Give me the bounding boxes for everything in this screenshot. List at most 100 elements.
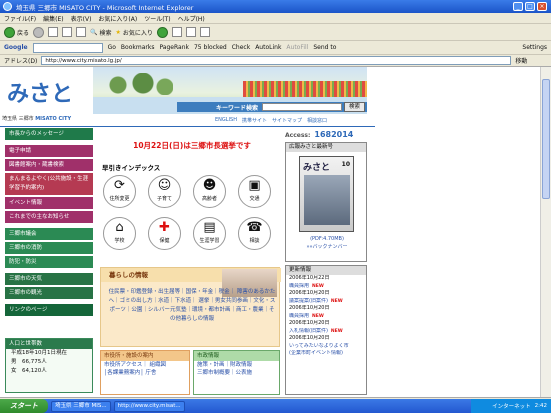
task-ie-window-1[interactable]: 埼玉県 三郷市 MIS... — [51, 400, 111, 412]
menu-bar: ファイル(F) 編集(E) 表示(V) お気に入り(A) ツール(T) ヘルプ(… — [0, 13, 551, 24]
election-notice[interactable]: 10月22日(日)は三郷市長選挙です — [117, 140, 267, 151]
keyword-search-input[interactable] — [262, 103, 342, 111]
menu-file[interactable]: ファイル(F) — [4, 14, 36, 23]
google-settings[interactable]: Settings — [522, 44, 547, 51]
start-button[interactable]: スタート — [0, 399, 48, 413]
update-text: 2006年10月20日 — [289, 335, 330, 341]
nav-item-0[interactable]: 市長からのメッセージ — [5, 128, 93, 140]
life-info-links[interactable]: 住民票・印鑑登録・出生届等｜国保・年金｜税金｜ 障害のあるかたへ｜ゴミの出し方｜… — [107, 288, 277, 324]
home-button[interactable] — [76, 27, 87, 37]
city-hall-links-1[interactable]: 市役所アクセス｜ 組織図 — [101, 361, 189, 369]
google-check[interactable]: Check — [232, 44, 250, 51]
tray-zone-text: インターネット — [492, 404, 531, 410]
nav-item-9[interactable]: 三郷市の天気 — [5, 273, 93, 285]
go-button[interactable]: 移動 — [515, 56, 527, 65]
link-english[interactable]: ENGLISH — [215, 117, 237, 125]
icon-school-button[interactable]: ⌂ 学校 — [103, 217, 136, 250]
update-link[interactable]: 入札情報(旧案件) NEW — [286, 328, 366, 336]
link-consult[interactable]: 相談窓口 — [307, 117, 327, 125]
newsletter-pdf-size[interactable]: (PDF:4.70MB) — [286, 235, 368, 243]
icon-lifelong-learning-button[interactable]: ▤ 生涯学習 — [193, 217, 226, 250]
mail-button[interactable] — [171, 27, 182, 37]
population-male: 男 66,775人 — [11, 359, 47, 365]
menu-help[interactable]: ヘルプ(H) — [178, 14, 205, 23]
nav-item-7[interactable]: 三郷市の消防 — [5, 242, 93, 254]
scroll-thumb[interactable] — [542, 79, 550, 199]
nav-item-10[interactable]: 三郷市の観光 — [5, 287, 93, 299]
update-text: 2006年10月20日 — [289, 305, 330, 311]
icon-health-button[interactable]: ✚ 保健 — [148, 217, 181, 250]
nav-item-5[interactable]: これまでの主なお知らせ — [5, 211, 93, 223]
history-button[interactable] — [156, 26, 168, 38]
link-sitemap[interactable]: サイトマップ — [272, 117, 302, 125]
edit-button[interactable] — [199, 27, 210, 37]
index-icon-label: 学校 — [114, 238, 125, 244]
google-autofill[interactable]: AutoFill — [286, 44, 308, 51]
menu-tools[interactable]: ツール(T) — [144, 14, 170, 23]
city-hall-box: 市役所・施設の案内 市役所アクセス｜ 組織図 │各課業務案内│ 庁舎 — [100, 350, 190, 395]
index-icon-label: 高齢者 — [201, 196, 217, 202]
updates-title: 更新情報 — [286, 266, 366, 275]
update-date: 2006年10月22日 — [286, 275, 366, 283]
maximize-button[interactable]: □ — [525, 2, 535, 11]
nav-item-3[interactable]: まんまるよやく(公共施設・生涯学習予約案内) — [5, 173, 93, 195]
nav-item-1[interactable]: 電子申請 — [5, 145, 93, 157]
update-link[interactable]: (企業市町イベント情報) — [286, 350, 366, 358]
newsletter-cover-title: みさと — [303, 163, 331, 173]
city-policy-links-2[interactable]: 三郷市制概要｜公表施 — [194, 369, 279, 377]
menu-edit[interactable]: 編集(E) — [43, 14, 63, 23]
newsletter-backnumber-link[interactable]: »»バックナンバー — [286, 243, 368, 251]
update-link[interactable]: いってみたいなよりよく市 — [286, 343, 366, 351]
edit-icon — [199, 27, 210, 37]
print-button[interactable] — [185, 27, 196, 37]
google-autolink[interactable]: AutoLink — [255, 44, 281, 51]
stop-button[interactable] — [48, 27, 59, 37]
address-input[interactable]: http://www.city.misato.lg.jp/ — [41, 56, 512, 65]
google-sendto[interactable]: Send to — [313, 44, 336, 51]
search-button[interactable]: 🔍 検索 — [90, 28, 112, 37]
update-link[interactable]: 職員採用 NEW — [286, 313, 366, 321]
close-button[interactable]: × — [537, 2, 547, 11]
newsletter-cover[interactable]: みさと 10 — [299, 156, 354, 232]
link-mobile[interactable]: 携帯サイト — [242, 117, 267, 125]
menu-view[interactable]: 表示(V) — [71, 14, 92, 23]
city-policy-links-1[interactable]: 施策・計画｜財政情報 — [194, 361, 279, 369]
refresh-button[interactable] — [62, 27, 73, 37]
google-search-input[interactable] — [32, 42, 103, 53]
favorites-button[interactable]: ★ お気に入り — [116, 28, 153, 37]
icon-address-change-button[interactable]: ⟳ 住所変更 — [103, 175, 136, 208]
city-logo[interactable]: みさと — [5, 74, 93, 112]
index-icon-label: 子育て — [156, 196, 172, 202]
update-link[interactable]: 職員採用 NEW — [286, 283, 366, 291]
keyword-search-button[interactable]: 検索 — [344, 102, 365, 112]
updates-list: 2006年10月22日 職員採用 NEW 2006年10月20日 議案提案(旧案件) NE… — [286, 275, 366, 358]
search-icon: 🔍 — [90, 28, 98, 36]
nav-item-11[interactable]: リンクのページ — [5, 304, 93, 316]
nav-item-2[interactable]: 図書館案内・蔵書検索 — [5, 159, 93, 171]
city-hall-links-2[interactable]: │各課業務案内│ 庁舎 — [101, 369, 189, 377]
address-label: アドレス(D) — [4, 58, 38, 65]
nav-item-6[interactable]: 三郷市議会 — [5, 228, 93, 240]
google-go-button[interactable]: Go — [108, 44, 116, 51]
vertical-scrollbar[interactable] — [540, 67, 551, 397]
back-button[interactable]: 戻る — [4, 26, 29, 38]
google-bookmarks[interactable]: Bookmarks — [121, 44, 155, 51]
icon-elderly-button[interactable]: ☻ 高齢者 — [193, 175, 226, 208]
update-text: 議案提案(旧案件) — [289, 297, 328, 304]
icon-childcare-button[interactable]: ☺ 子育て — [148, 175, 181, 208]
google-popup-blocker[interactable]: 75 blocked — [194, 44, 227, 51]
nav-item-4[interactable]: イベント情報 — [5, 197, 93, 209]
star-icon: ★ — [115, 28, 121, 36]
forward-button[interactable] — [33, 26, 45, 38]
icon-transport-button[interactable]: ▣ 交通 — [238, 175, 271, 208]
update-text: 2006年10月22日 — [289, 275, 330, 281]
task-ie-window-2[interactable]: http://www.city.misat... — [113, 400, 185, 412]
icon-consultation-button[interactable]: ☎ 相談 — [238, 217, 271, 250]
update-link[interactable]: 議案提案(旧案件) NEW — [286, 298, 366, 306]
home-icon — [76, 27, 87, 37]
menu-favorites[interactable]: お気に入り(A) — [98, 14, 137, 23]
side-nav: 市長からのメッセージ 電子申請図書館案内・蔵書検索まんまるよやく(公共施設・生涯学… — [5, 128, 93, 318]
city-name: 埼玉県 三郷市 MISATO CITY — [2, 115, 97, 125]
minimize-button[interactable]: _ — [513, 2, 523, 11]
nav-item-8[interactable]: 防犯・防災 — [5, 256, 93, 268]
